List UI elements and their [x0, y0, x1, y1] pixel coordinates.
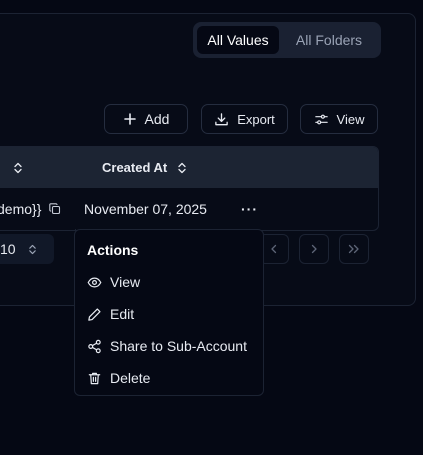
- value-cell: demo}}: [0, 188, 61, 230]
- rows-per-page-select[interactable]: 10: [0, 234, 54, 264]
- chevron-right-icon: [309, 244, 319, 254]
- menu-item-edit[interactable]: Edit: [87, 302, 134, 326]
- sliders-icon: [314, 112, 329, 127]
- all-folders-tab[interactable]: All Folders: [287, 26, 371, 54]
- menu-item-label: Share to Sub-Account: [110, 338, 247, 354]
- sort-icon: [177, 162, 187, 174]
- menu-item-delete[interactable]: Delete: [87, 366, 150, 390]
- menu-item-label: Delete: [110, 370, 151, 386]
- menu-item-label: View: [110, 274, 141, 290]
- value-text: demo}}: [0, 201, 42, 217]
- plus-icon: [123, 112, 137, 126]
- add-button-label: Add: [144, 111, 170, 127]
- rows-per-page-value: 10: [0, 241, 16, 257]
- menu-item-share[interactable]: Share to Sub-Account: [87, 334, 247, 358]
- all-values-tab[interactable]: All Values: [197, 26, 279, 54]
- chevron-left-icon: [269, 244, 279, 254]
- chevrons-right-icon: [347, 244, 361, 254]
- menu-item-label: Edit: [110, 306, 135, 322]
- secrets-table: Created At demo}} November 07, 2025 ···: [0, 146, 379, 231]
- menu-title: Actions: [87, 242, 139, 258]
- column-header-name[interactable]: [3, 147, 23, 188]
- export-button[interactable]: Export: [201, 104, 288, 134]
- scope-toggle: All Values All Folders: [193, 22, 381, 58]
- table-header: Created At: [0, 147, 378, 188]
- pencil-icon: [87, 307, 102, 322]
- view-options-button[interactable]: View: [300, 104, 378, 134]
- chevron-updown-icon: [28, 244, 37, 255]
- created-at-cell: November 07, 2025: [84, 201, 207, 217]
- sort-icon: [13, 162, 23, 174]
- row-actions-menu: Actions View Edit Share to Sub-Account D…: [74, 229, 264, 396]
- column-header-created-at[interactable]: Created At: [102, 147, 187, 188]
- menu-item-view[interactable]: View: [87, 270, 140, 294]
- view-options-label: View: [336, 111, 365, 127]
- eye-icon: [87, 275, 102, 290]
- download-icon: [214, 112, 229, 127]
- table-row[interactable]: demo}} November 07, 2025 ···: [0, 188, 378, 230]
- add-button[interactable]: Add: [104, 104, 188, 134]
- last-page-button[interactable]: [339, 234, 369, 264]
- next-page-button[interactable]: [299, 234, 329, 264]
- row-actions-button[interactable]: ···: [241, 188, 258, 230]
- copy-icon[interactable]: [49, 203, 61, 215]
- share-icon: [87, 339, 102, 354]
- trash-icon: [87, 371, 102, 386]
- export-button-label: Export: [237, 111, 275, 127]
